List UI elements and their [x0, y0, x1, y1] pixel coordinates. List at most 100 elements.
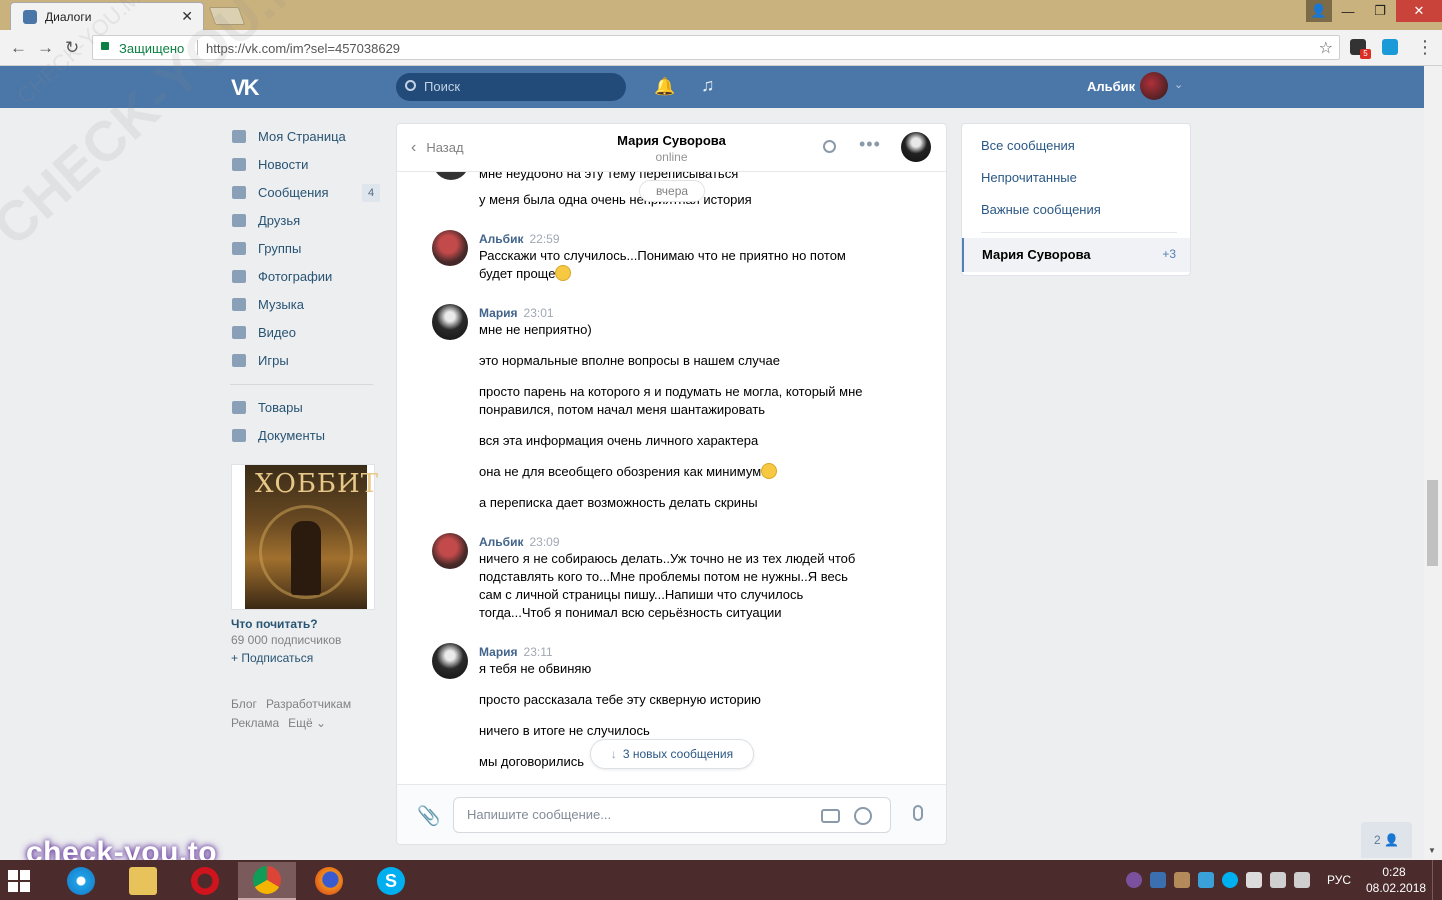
sidebar-item-video[interactable]: Видео — [230, 318, 380, 346]
filter-important[interactable]: Важные сообщения — [981, 202, 1101, 217]
sidebar-item-label: Друзья — [258, 212, 301, 228]
address-bar[interactable]: Защищено https://vk.com/im?sel=457038629… — [92, 35, 1340, 60]
filter-all-messages[interactable]: Все сообщения — [981, 138, 1075, 153]
day-divider: вчера — [639, 180, 705, 202]
author-name[interactable]: Альбик — [479, 535, 523, 549]
avatar[interactable] — [432, 643, 468, 679]
tray-flag-icon[interactable] — [1246, 872, 1262, 888]
avatar[interactable] — [432, 304, 468, 340]
page-scrollbar[interactable]: ▼ — [1424, 66, 1442, 860]
sidebar-item-messages[interactable]: Сообщения 4 — [230, 178, 380, 206]
chevron-down-icon[interactable]: ⌄ — [1174, 78, 1183, 91]
taskbar-opera[interactable] — [176, 862, 234, 900]
author-name[interactable]: Мария — [479, 645, 518, 659]
filter-unread[interactable]: Непрочитанные — [981, 170, 1077, 185]
sidebar-item-photos[interactable]: Фотографии — [230, 262, 380, 290]
sidebar-item-label: Новости — [258, 156, 309, 172]
new-messages-button[interactable]: ↓ 3 новых сообщения — [590, 739, 754, 769]
taskbar-explorer[interactable] — [114, 862, 172, 900]
subscribe-link[interactable]: + Подписаться — [231, 651, 313, 665]
author-name[interactable]: Альбик — [479, 232, 523, 246]
input-language[interactable]: РУС — [1327, 873, 1351, 887]
header-user-name[interactable]: Альбик — [1087, 79, 1135, 94]
more-actions-icon[interactable]: ••• — [859, 134, 881, 155]
network-icon[interactable] — [1270, 872, 1286, 888]
taskbar-ie[interactable] — [52, 862, 110, 900]
camera-icon[interactable] — [821, 809, 840, 823]
message-history[interactable]: мне неудобно на эту тему переписываться … — [397, 172, 946, 784]
microphone-icon[interactable] — [913, 805, 923, 821]
author-name[interactable]: Мария — [479, 306, 518, 320]
sidebar-item-friends[interactable]: Друзья — [230, 206, 380, 234]
tray-tool-icon[interactable] — [1174, 872, 1190, 888]
tray-app-icon[interactable] — [1150, 872, 1166, 888]
new-messages-label: 3 новых сообщения — [622, 747, 734, 761]
active-dialog-item[interactable]: Мария Суворова +3 — [962, 238, 1190, 272]
sidebar-item-documents[interactable]: Документы — [230, 421, 380, 449]
taskbar-clock[interactable]: 0:28 08.02.2018 — [1366, 864, 1426, 896]
taskbar-skype[interactable]: S — [362, 862, 420, 900]
message-author[interactable]: Альбик 22:59 — [479, 232, 560, 246]
back-arrow-icon[interactable]: ← — [10, 38, 27, 58]
sidebar-item-groups[interactable]: Группы — [230, 234, 380, 262]
avatar — [433, 172, 469, 180]
sidebar-item-news[interactable]: Новости — [230, 150, 380, 178]
taskbar-firefox[interactable] — [300, 862, 358, 900]
sidebar-item-music[interactable]: Музыка — [230, 290, 380, 318]
message-line: она не для всеобщего обозрения как миним… — [479, 464, 762, 479]
restore-button[interactable]: ❐ — [1364, 0, 1396, 22]
sidebar-item-label: Документы — [258, 427, 326, 443]
notifications-bell-icon[interactable]: 🔔 — [654, 77, 675, 97]
sidebar-item-goods[interactable]: Товары — [230, 393, 380, 421]
documents-icon — [232, 428, 246, 442]
message-author[interactable]: Мария 23:01 — [479, 306, 554, 320]
message-author[interactable]: Мария 23:11 — [479, 645, 553, 659]
scroll-down-arrow-icon[interactable]: ▼ — [1428, 846, 1436, 855]
show-desktop-button[interactable] — [1432, 860, 1442, 900]
footer-link-developers[interactable]: Разработчикам — [266, 697, 351, 711]
chat-header: ‹ Назад Мария Суворова online ••• — [397, 124, 946, 172]
footer-link-ads[interactable]: Реклама — [231, 716, 279, 730]
minimize-button[interactable]: — — [1332, 0, 1364, 22]
message-text: она не для всеобщего обозрения как миним… — [479, 463, 879, 481]
peer-avatar[interactable] — [901, 132, 931, 162]
window-controls: 👤 — ❐ ✕ — [1306, 0, 1442, 22]
avatar[interactable] — [432, 230, 468, 266]
tray-skype-icon[interactable] — [1222, 872, 1238, 888]
attach-paperclip-icon[interactable]: 📎 — [417, 804, 441, 828]
message-author[interactable]: Альбик 23:09 — [479, 535, 560, 549]
volume-icon[interactable] — [1294, 872, 1310, 888]
vk-favicon-icon — [23, 10, 37, 24]
message-text: ничего в итоге не случилось — [479, 723, 650, 738]
viber-icon[interactable] — [1126, 872, 1142, 888]
close-window-button[interactable]: ✕ — [1396, 0, 1442, 22]
scrollbar-thumb[interactable] — [1427, 480, 1438, 566]
footer-link-more[interactable]: Ещё ⌄ — [288, 716, 326, 730]
taskbar-chrome[interactable] — [238, 862, 296, 900]
header-avatar[interactable] — [1140, 72, 1168, 100]
tray-shield-icon[interactable] — [1198, 872, 1214, 888]
promo-subscribers: 69 000 подписчиков — [231, 633, 342, 647]
bookmark-star-icon[interactable]: ☆ — [1319, 38, 1333, 58]
avatar[interactable] — [432, 533, 468, 569]
footer-links: Блог Разработчикам Реклама Ещё ⌄ — [231, 695, 381, 733]
sidebar-item-games[interactable]: Игры — [230, 346, 380, 374]
friends-online-button[interactable]: 2 👤 — [1361, 822, 1412, 858]
friends-icon — [232, 213, 246, 227]
shield-extension-icon[interactable] — [1382, 39, 1398, 55]
emoji-smile-icon[interactable] — [854, 807, 872, 825]
promo-book-card[interactable]: ХОББИТ — [231, 464, 378, 610]
browser-menu-icon[interactable]: ⋮ — [1416, 37, 1434, 58]
music-note-icon[interactable]: ♫ — [701, 75, 715, 96]
chat-search-icon[interactable] — [823, 140, 836, 153]
windows-start-icon[interactable] — [8, 870, 30, 892]
extension-badge: 5 — [1360, 49, 1371, 59]
vk-logo-icon[interactable]: VK — [231, 75, 260, 101]
sidebar-item-my-page[interactable]: Моя Страница — [230, 122, 380, 150]
footer-link-blog[interactable]: Блог — [231, 697, 257, 711]
search-input[interactable]: Поиск — [396, 73, 626, 101]
profile-icon[interactable]: 👤 — [1306, 0, 1332, 22]
clock-time: 0:28 — [1382, 865, 1406, 879]
search-placeholder: Поиск — [424, 79, 461, 94]
promo-title-link[interactable]: Что почитать? — [231, 617, 318, 631]
